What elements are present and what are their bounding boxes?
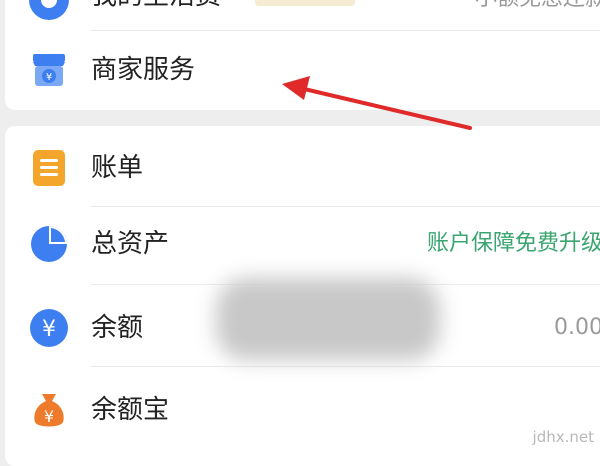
total-assets-row[interactable]: 总资产 账户保障免费升级: [5, 206, 600, 282]
bill-label: 账单: [91, 153, 144, 183]
living-expense-icon: [27, 0, 71, 22]
yuebao-row[interactable]: ¥ 余额宝: [5, 366, 600, 442]
svg-text:¥: ¥: [46, 72, 52, 83]
total-assets-label: 总资产: [91, 229, 170, 259]
svg-text:¥: ¥: [44, 407, 54, 426]
bill-icon: [27, 146, 71, 190]
living-expense-right-text: 小额免息还款: [475, 0, 600, 12]
merchant-service-label: 商家服务: [91, 55, 196, 85]
yuebao-label: 余额宝: [91, 395, 170, 425]
bill-row[interactable]: 账单: [5, 126, 600, 202]
top-service-card: 我的生活费 小额免息还款 ¥ 商家服务: [5, 0, 600, 110]
yuan-icon: ¥: [27, 306, 71, 350]
divider: [91, 30, 600, 31]
living-expense-badge: [255, 0, 355, 6]
store-icon: ¥: [27, 48, 71, 92]
balance-value: 0.00: [554, 315, 600, 340]
privacy-blur-overlay: [216, 278, 440, 360]
watermark: jdhx.net: [532, 428, 594, 446]
pie-chart-icon: [27, 222, 71, 266]
svg-text:¥: ¥: [42, 317, 56, 342]
living-expense-row[interactable]: 我的生活费 小额免息还款: [5, 0, 600, 30]
balance-label: 余额: [91, 313, 144, 343]
money-bag-icon: ¥: [27, 388, 71, 432]
merchant-service-row[interactable]: ¥ 商家服务: [5, 32, 600, 108]
living-expense-label: 我的生活费: [91, 0, 221, 14]
account-protection-upgrade-link[interactable]: 账户保障免费升级: [427, 226, 600, 262]
